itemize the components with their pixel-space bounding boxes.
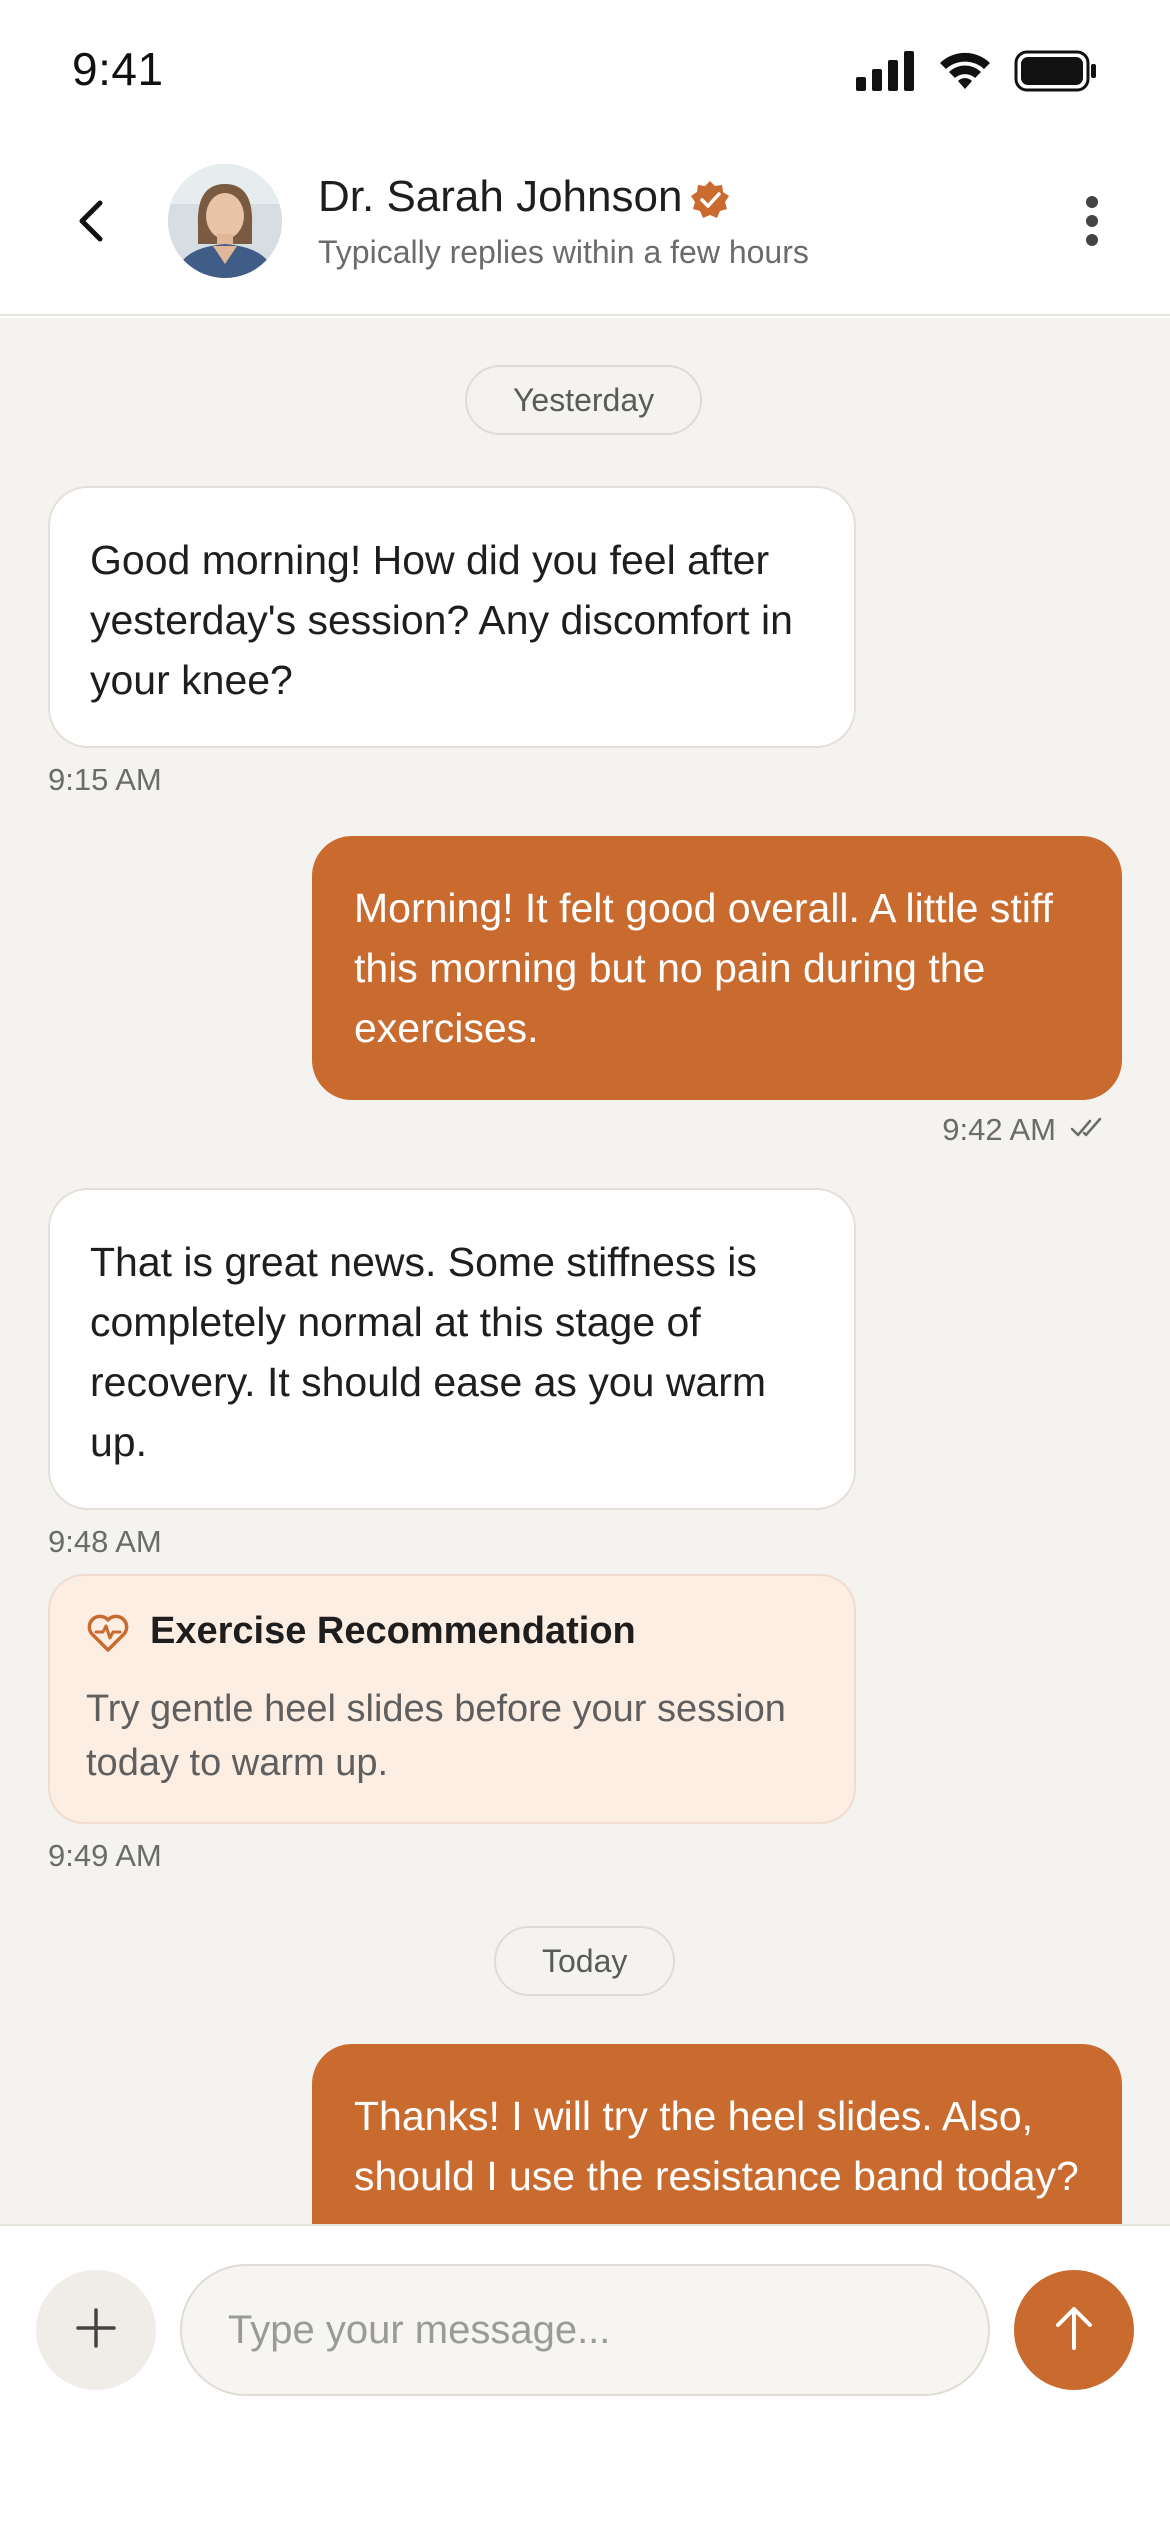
message-timestamp: 9:15 AM	[48, 762, 162, 797]
outgoing-message[interactable]: Thanks! I will try the heel slides. Also…	[312, 2044, 1122, 2224]
chat-header: Dr. Sarah Johnson Typically replies with…	[0, 150, 1170, 316]
incoming-message[interactable]: Good morning! How did you feel after yes…	[48, 486, 856, 748]
status-icons	[856, 48, 1098, 98]
message-composer	[0, 2224, 1170, 2532]
more-vertical-icon	[1085, 195, 1099, 252]
status-time: 9:41	[72, 43, 164, 95]
message-timestamp-read: 9:42 AM	[942, 1112, 1108, 1148]
message-list[interactable]: Yesterday Good morning! How did you feel…	[0, 318, 1170, 2224]
arrow-up-icon	[1052, 2304, 1096, 2357]
outgoing-message[interactable]: Morning! It felt good overall. A little …	[312, 836, 1122, 1100]
exercise-recommendation-card[interactable]: Exercise Recommendation Try gentle heel …	[48, 1574, 856, 1824]
plus-icon	[74, 2306, 118, 2355]
chevron-left-icon	[74, 199, 108, 248]
contact-name: Dr. Sarah Johnson	[318, 172, 683, 221]
message-input[interactable]	[180, 2264, 990, 2396]
double-check-icon	[1070, 1112, 1108, 1148]
card-title: Exercise Recommendation	[150, 1610, 636, 1652]
back-button[interactable]	[58, 190, 124, 256]
avatar[interactable]	[168, 164, 282, 278]
wifi-icon	[938, 51, 992, 96]
date-separator-today: Today	[494, 1926, 676, 1996]
more-options-button[interactable]	[1062, 188, 1122, 258]
message-timestamp: 9:48 AM	[48, 1524, 162, 1559]
add-attachment-button[interactable]	[36, 2270, 156, 2390]
signal-icon	[856, 50, 916, 96]
battery-icon	[1014, 50, 1098, 97]
send-button[interactable]	[1014, 2270, 1134, 2390]
contact-status: Typically replies within a few hours	[318, 234, 809, 270]
message-timestamp: 9:49 AM	[48, 1838, 162, 1873]
card-body: Try gentle heel slides before your sessi…	[86, 1688, 786, 1784]
status-bar: 9:41	[0, 0, 1170, 150]
date-separator-yesterday: Yesterday	[465, 365, 703, 435]
chat-screen: 9:41 Dr. Sarah Johnson Typically replies…	[0, 0, 1170, 2532]
heart-icon	[86, 1614, 130, 1654]
message-timestamp: 9:42 AM	[942, 1112, 1056, 1147]
incoming-message[interactable]: That is great news. Some stiffness is co…	[48, 1188, 856, 1510]
verified-badge-icon	[690, 180, 730, 220]
